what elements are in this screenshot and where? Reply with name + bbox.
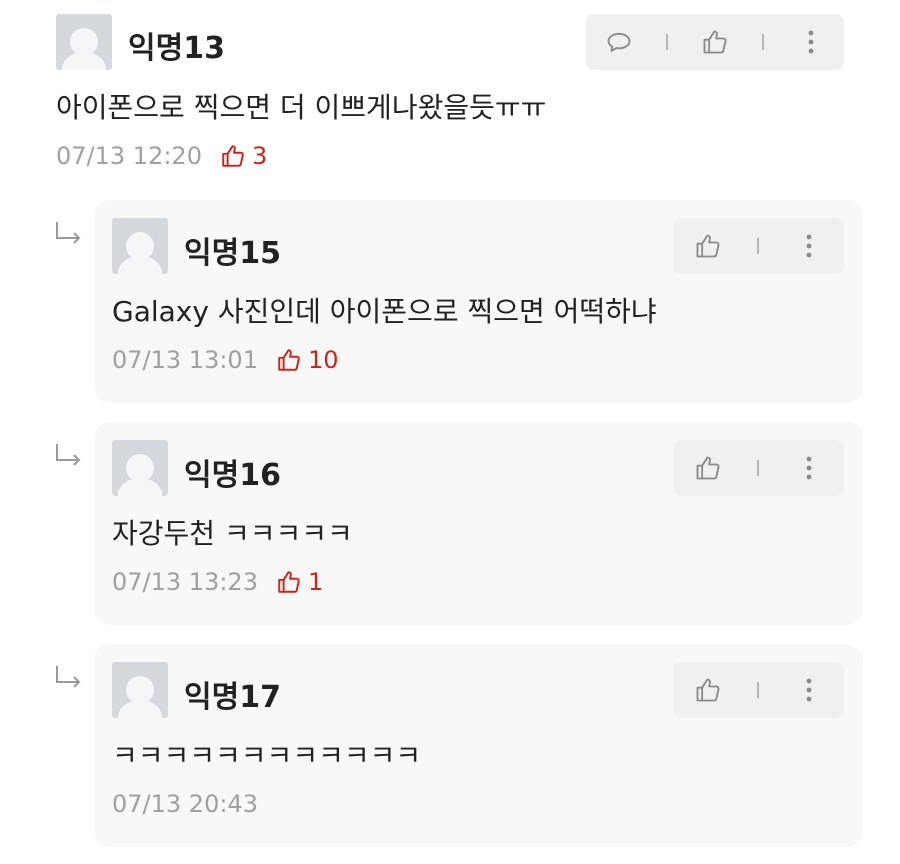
reply: 익명17 ㅋㅋㅋㅋㅋㅋㅋㅋㅋㅋㅋㅋ 07/13 20:43 bbox=[94, 644, 863, 847]
like-count-value: 1 bbox=[307, 568, 324, 596]
like-count-value: 10 bbox=[307, 346, 339, 374]
reply-date: 07/13 20:43 bbox=[112, 790, 258, 818]
more-button[interactable] bbox=[789, 448, 829, 488]
more-vertical-icon bbox=[806, 456, 812, 480]
separator bbox=[757, 682, 760, 698]
reply-arrow-icon bbox=[56, 444, 81, 466]
reply-meta: 07/13 13:23 1 bbox=[112, 568, 323, 596]
reply: 익명15 Galaxy 사진인데 아이폰으로 찍으면 어떡하냐 07/13 13… bbox=[94, 200, 863, 403]
comment-meta: 07/13 12:20 3 bbox=[56, 142, 267, 170]
more-vertical-icon bbox=[806, 234, 812, 258]
comment-text: 아이폰으로 찍으면 더 이쁘게나왔을듯ㅠㅠ bbox=[56, 91, 547, 124]
reply-actions bbox=[673, 440, 844, 496]
more-button[interactable] bbox=[791, 22, 831, 62]
reply-actions bbox=[673, 218, 844, 274]
avatar[interactable] bbox=[112, 440, 168, 496]
reply-date: 07/13 13:23 bbox=[112, 568, 258, 596]
thumbs-up-icon bbox=[222, 145, 244, 167]
more-vertical-icon bbox=[806, 678, 812, 702]
thumbs-up-icon bbox=[696, 234, 720, 258]
like-count: 3 bbox=[220, 142, 267, 170]
speech-bubble-icon bbox=[607, 32, 631, 52]
like-count-value: 3 bbox=[251, 142, 268, 170]
comment-author: 익명13 bbox=[128, 31, 225, 66]
thumbs-up-icon bbox=[278, 571, 300, 593]
reply-author: 익명15 bbox=[184, 236, 281, 271]
reply-button[interactable] bbox=[599, 22, 639, 62]
avatar-body bbox=[118, 478, 162, 496]
separator bbox=[761, 34, 764, 50]
reply-meta: 07/13 20:43 bbox=[112, 790, 258, 818]
reply-date: 07/13 13:01 bbox=[112, 346, 258, 374]
avatar-body bbox=[118, 700, 162, 718]
avatar[interactable] bbox=[112, 662, 168, 718]
separator bbox=[757, 460, 760, 476]
comment-date: 07/13 12:20 bbox=[56, 142, 202, 170]
thumbs-up-icon bbox=[696, 678, 720, 702]
like-count: 1 bbox=[276, 568, 323, 596]
comment-actions bbox=[586, 14, 844, 70]
like-button[interactable] bbox=[695, 22, 735, 62]
avatar[interactable] bbox=[112, 218, 168, 274]
like-button[interactable] bbox=[688, 670, 728, 710]
separator bbox=[666, 34, 669, 50]
thumbs-up-icon bbox=[703, 30, 727, 54]
reply-author: 익명16 bbox=[184, 458, 281, 493]
reply-meta: 07/13 13:01 10 bbox=[112, 346, 339, 374]
reply-arrow-icon bbox=[56, 222, 81, 244]
separator bbox=[757, 238, 760, 254]
reply-arrow-icon bbox=[56, 666, 81, 688]
like-count: 10 bbox=[276, 346, 339, 374]
avatar-body bbox=[62, 52, 106, 70]
reply-text: 자강두천 ㅋㅋㅋㅋㅋ bbox=[112, 517, 353, 550]
reply: 익명16 자강두천 ㅋㅋㅋㅋㅋ 07/13 13:23 1 bbox=[94, 422, 863, 625]
avatar[interactable] bbox=[56, 14, 112, 70]
more-button[interactable] bbox=[789, 226, 829, 266]
like-button[interactable] bbox=[688, 226, 728, 266]
reply-text: Galaxy 사진인데 아이폰으로 찍으면 어떡하냐 bbox=[112, 295, 657, 328]
thumbs-up-icon bbox=[278, 349, 300, 371]
reply-author: 익명17 bbox=[184, 680, 281, 715]
reply-actions bbox=[673, 662, 844, 718]
thumbs-up-icon bbox=[696, 456, 720, 480]
reply-text: ㅋㅋㅋㅋㅋㅋㅋㅋㅋㅋㅋㅋ bbox=[112, 739, 422, 772]
more-vertical-icon bbox=[808, 30, 813, 54]
avatar-body bbox=[118, 256, 162, 274]
more-button[interactable] bbox=[789, 670, 829, 710]
like-button[interactable] bbox=[688, 448, 728, 488]
